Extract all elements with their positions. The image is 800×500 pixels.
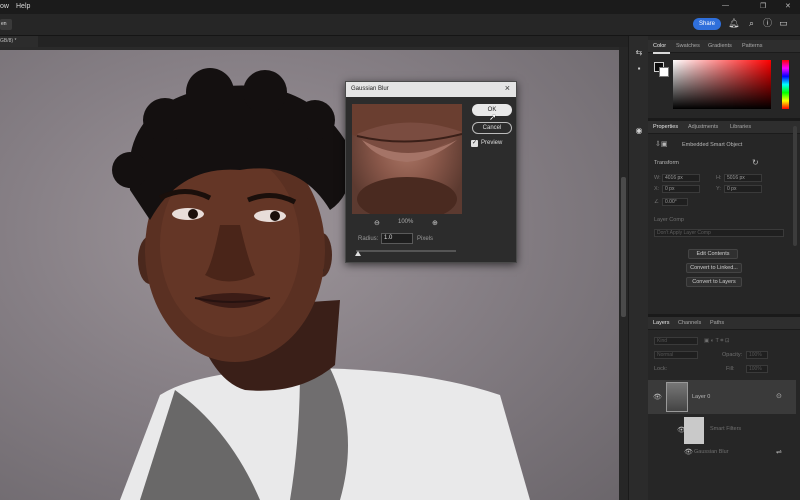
fill-label: Fill: (726, 366, 735, 372)
radius-slider[interactable] (356, 250, 456, 252)
unit-label: Pixels (417, 236, 434, 242)
menu-help[interactable]: Help (16, 3, 30, 10)
angle-icon: ∠ (654, 199, 659, 205)
blend-mode-select[interactable]: Normal (654, 351, 698, 359)
options-bar: en (0, 14, 800, 36)
help-icon[interactable]: ⓘ (762, 18, 773, 29)
layer-comp-label: Layer Comp (654, 217, 684, 223)
tab-swatches[interactable]: Swatches (676, 43, 700, 49)
smart-object-icon: ⇩▣ (655, 141, 668, 148)
h-label: H: (716, 175, 722, 181)
bell-icon[interactable]: 🔔︎ (728, 18, 739, 29)
reset-transform-icon[interactable]: ↻ (752, 158, 759, 167)
document-tab-label: GB/8) * (0, 38, 17, 44)
tab-patterns[interactable]: Patterns (742, 43, 762, 49)
workspace-icon[interactable]: ▭ (778, 18, 789, 29)
zoom-out-icon[interactable]: ⊖ (374, 219, 380, 227)
color-picker-field[interactable] (673, 60, 771, 109)
edit-contents-button[interactable]: Edit Contents (688, 249, 738, 259)
smart-filters-label: Smart Filters (710, 426, 742, 432)
layer-filter-kind[interactable]: Kind (654, 337, 698, 345)
cancel-button[interactable]: Cancel (472, 122, 512, 134)
close-window-icon[interactable]: ✕ (785, 2, 791, 10)
layer-name[interactable]: Layer 0 (692, 394, 710, 400)
smart-object-badge-icon: ⊙ (776, 393, 782, 400)
tab-color[interactable]: Color (653, 43, 666, 49)
mouse-cursor-icon: ➚ (489, 112, 497, 122)
tab-gradients[interactable]: Gradients (708, 43, 732, 49)
y-label: Y: (716, 186, 721, 192)
filter-name[interactable]: Gaussian Blur (694, 449, 729, 455)
mouth-closeup (352, 104, 462, 214)
layer-visibility-eye-icon[interactable]: 👁︎ (653, 393, 662, 401)
smart-filters-mask-thumbnail[interactable] (684, 417, 704, 444)
zoom-in-icon[interactable]: ⊕ (432, 219, 438, 227)
filter-options-icon[interactable]: ⇌ (776, 448, 782, 456)
radius-label: Radius: (358, 236, 379, 242)
document-tab-strip (0, 36, 628, 47)
restore-icon[interactable]: ❐ (760, 2, 766, 10)
active-tab-indicator (653, 52, 670, 54)
properties-panel-tabs: Properties Adjustments Libraries (648, 121, 800, 134)
hue-slider[interactable] (782, 60, 789, 109)
comments-icon[interactable]: ▪ (634, 64, 644, 74)
lock-label: Lock: (654, 366, 668, 372)
layers-panel-tabs: Layers Channels Paths (648, 317, 800, 330)
fill-field[interactable]: 100% (746, 365, 768, 373)
minimize-icon[interactable]: — (722, 2, 729, 9)
canvas-scrollbar[interactable] (619, 47, 628, 500)
right-panels: Color Swatches Gradients Patterns Proper… (648, 36, 800, 500)
search-icon[interactable]: ⌕ (746, 18, 757, 29)
radius-slider-thumb[interactable] (355, 251, 361, 256)
libraries-icon[interactable]: ◉ (634, 126, 644, 136)
transform-label: Transform (654, 160, 679, 166)
layer-filter-icons[interactable]: ▣ ◐ T ⌗ ⊡ (704, 338, 730, 345)
radius-input[interactable]: 1.0 (381, 233, 413, 244)
angle-field[interactable]: 0.00° (662, 198, 688, 206)
color-panel-tabs: Color Swatches Gradients Patterns (648, 40, 800, 53)
tab-libraries[interactable]: Libraries (730, 124, 751, 130)
panel-icon-column: ⇆ ▪ ◉ (628, 36, 648, 500)
zoom-level: 100% (398, 219, 414, 225)
tab-adjustments[interactable]: Adjustments (688, 124, 718, 130)
background-color-swatch[interactable] (659, 67, 669, 77)
open-button[interactable]: en (0, 19, 12, 30)
convert-to-linked-button[interactable]: Convert to Linked... (686, 263, 742, 273)
document-tab[interactable]: GB/8) * (0, 36, 38, 47)
layer-row[interactable]: 👁︎ Layer 0 ⊙ (648, 380, 796, 414)
menu-window[interactable]: ow (0, 3, 9, 10)
opacity-label: Opacity: (722, 352, 743, 358)
tab-properties[interactable]: Properties (653, 124, 678, 130)
w-label: W: (654, 175, 661, 181)
layer-thumbnail (666, 382, 688, 412)
canvas-scrollbar-thumb[interactable] (621, 177, 626, 317)
height-field[interactable]: 5016 px (724, 174, 762, 182)
width-field[interactable]: 4016 px (662, 174, 700, 182)
gaussian-blur-dialog: Gaussian Blur × OK Cancel ✓ Preview ⊖ 10… (345, 81, 517, 263)
preview-label: Preview (481, 140, 503, 146)
properties-scrollbar[interactable] (793, 126, 797, 246)
menu-bar: ow Help — ❐ ✕ (0, 0, 800, 14)
layer-comp-select[interactable]: Don't Apply Layer Comp (654, 229, 784, 237)
dialog-title[interactable]: Gaussian Blur (346, 82, 516, 97)
convert-to-layers-button[interactable]: Convert to Layers (686, 277, 742, 287)
opacity-field[interactable]: 100% (746, 351, 768, 359)
x-label: X: (654, 186, 660, 192)
tab-channels[interactable]: Channels (678, 320, 701, 326)
dialog-preview-image[interactable] (352, 104, 462, 214)
history-icon[interactable]: ⇆ (634, 48, 644, 58)
object-type: Embedded Smart Object (682, 142, 743, 148)
image-canvas[interactable] (0, 50, 619, 500)
tab-layers[interactable]: Layers (653, 320, 670, 326)
tab-paths[interactable]: Paths (710, 320, 724, 326)
close-icon[interactable]: × (505, 83, 510, 93)
portrait-image (112, 68, 530, 500)
share-button[interactable]: Share (693, 18, 721, 30)
y-field[interactable]: 0 px (724, 185, 762, 193)
x-field[interactable]: 0 px (662, 185, 700, 193)
filter-eye-icon[interactable]: 👁︎ (684, 448, 693, 456)
preview-checkbox[interactable]: ✓ (471, 140, 478, 147)
